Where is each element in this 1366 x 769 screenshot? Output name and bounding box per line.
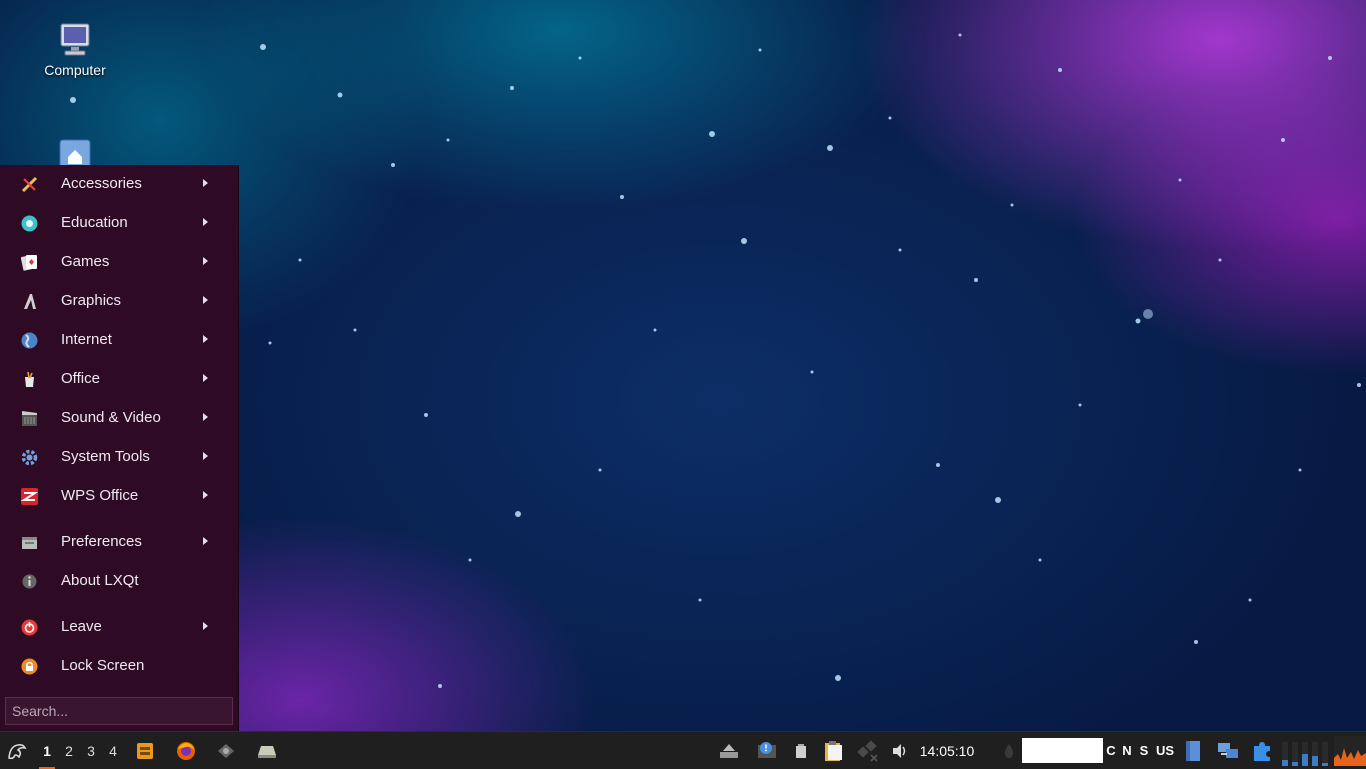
lock-icon	[21, 658, 38, 675]
menu-item-lock-screen[interactable]: Lock Screen	[0, 648, 238, 684]
menu-item-accessories[interactable]: Accessories	[0, 166, 238, 202]
menu-item-system-tools[interactable]: System Tools	[0, 439, 238, 475]
load-graph-icon	[1334, 735, 1366, 766]
submenu-arrow-icon	[203, 257, 208, 265]
workspace-3[interactable]: 3	[80, 732, 102, 769]
menu-item-office[interactable]: Office	[0, 361, 238, 397]
submenu-arrow-icon	[203, 218, 208, 226]
sound-video-icon	[22, 411, 37, 426]
remote-desktop-icon	[1218, 742, 1238, 758]
tray-volume[interactable]	[889, 732, 911, 769]
menu-item-education[interactable]: Education	[0, 205, 238, 241]
accessories-icon	[21, 176, 38, 193]
system-tools-icon	[21, 449, 38, 466]
desktop-icon-computer[interactable]: Computer	[35, 22, 115, 78]
file-manager-icon	[137, 742, 153, 759]
office-icon	[25, 371, 34, 387]
cpu-load-graph[interactable]	[1334, 732, 1366, 769]
main-menu-button[interactable]	[2, 732, 32, 769]
tray-clipboard[interactable]	[821, 732, 845, 769]
games-icon	[21, 255, 37, 271]
cpu-monitor[interactable]	[1280, 732, 1330, 769]
launcher-network-tool[interactable]	[214, 732, 238, 769]
menu-item-games[interactable]: Games	[0, 244, 238, 280]
keyboard-layout[interactable]: US	[1153, 732, 1177, 769]
drive-icon	[258, 745, 276, 758]
cpu-graph-icon	[1282, 741, 1328, 766]
numlock-indicator: N	[1122, 743, 1132, 758]
menu-item-preferences[interactable]: Preferences	[0, 524, 238, 560]
taskbar: 1 2 3 4 14:05:10 C N S US	[0, 731, 1366, 769]
info-icon	[22, 574, 37, 589]
clock[interactable]: 14:05:10	[914, 732, 980, 769]
menu-item-internet[interactable]: Internet	[0, 322, 238, 358]
tray-network-disconnected[interactable]	[856, 732, 880, 769]
education-icon	[21, 215, 38, 232]
internet-icon	[21, 332, 38, 349]
submenu-arrow-icon	[203, 335, 208, 343]
tray-drive[interactable]	[717, 732, 741, 769]
menu-item-wps-office[interactable]: WPS Office	[0, 478, 238, 514]
lxqt-logo-icon	[8, 743, 27, 759]
firefox-icon	[177, 741, 195, 760]
submenu-arrow-icon	[203, 413, 208, 421]
network-tool-icon	[218, 743, 234, 758]
puzzle-icon	[1254, 741, 1270, 761]
tray-notifications[interactable]	[755, 732, 779, 769]
tray-storage[interactable]	[790, 732, 812, 769]
launcher-firefox[interactable]	[174, 732, 198, 769]
submenu-arrow-icon	[203, 491, 208, 499]
menu-item-graphics[interactable]: Graphics	[0, 283, 238, 319]
clipboard-icon	[825, 740, 842, 761]
drop-icon	[1004, 743, 1014, 758]
tray-document[interactable]	[1182, 732, 1204, 769]
tray-remote-desktop[interactable]	[1216, 732, 1240, 769]
computer-icon	[57, 22, 93, 58]
submenu-arrow-icon	[203, 537, 208, 545]
workspace-4[interactable]: 4	[102, 732, 124, 769]
power-icon	[21, 619, 38, 636]
menu-search-input[interactable]	[5, 697, 233, 725]
submenu-arrow-icon	[203, 179, 208, 187]
network-offline-icon	[857, 739, 878, 762]
volume-icon	[893, 743, 906, 758]
workspace-1[interactable]: 1	[36, 732, 58, 769]
desktop-icon-label: Computer	[44, 62, 106, 78]
preferences-icon	[22, 537, 37, 549]
submenu-arrow-icon	[203, 296, 208, 304]
notification-icon	[758, 741, 776, 758]
workspace-2[interactable]: 2	[58, 732, 80, 769]
menu-item-about-lxqt[interactable]: About LXQt	[0, 563, 238, 599]
tray-drop[interactable]	[1000, 732, 1018, 769]
tray-extensions[interactable]	[1250, 732, 1274, 769]
tray-input-box[interactable]	[1022, 738, 1103, 763]
submenu-arrow-icon	[203, 374, 208, 382]
menu-item-sound-video[interactable]: Sound & Video	[0, 400, 238, 436]
submenu-arrow-icon	[203, 452, 208, 460]
scrolllock-indicator: S	[1139, 743, 1149, 758]
capslock-indicator: C	[1106, 743, 1116, 758]
submenu-arrow-icon	[203, 622, 208, 630]
storage-icon	[796, 743, 806, 758]
launcher-file-manager[interactable]	[133, 732, 157, 769]
launcher-drive[interactable]	[255, 732, 279, 769]
document-icon	[1186, 740, 1200, 761]
eject-drive-icon	[720, 743, 738, 758]
application-menu: Accessories Education Games Graphics Int…	[0, 165, 239, 731]
graphics-icon	[24, 294, 36, 309]
wps-office-icon	[21, 488, 38, 505]
menu-item-leave[interactable]: Leave	[0, 609, 238, 645]
